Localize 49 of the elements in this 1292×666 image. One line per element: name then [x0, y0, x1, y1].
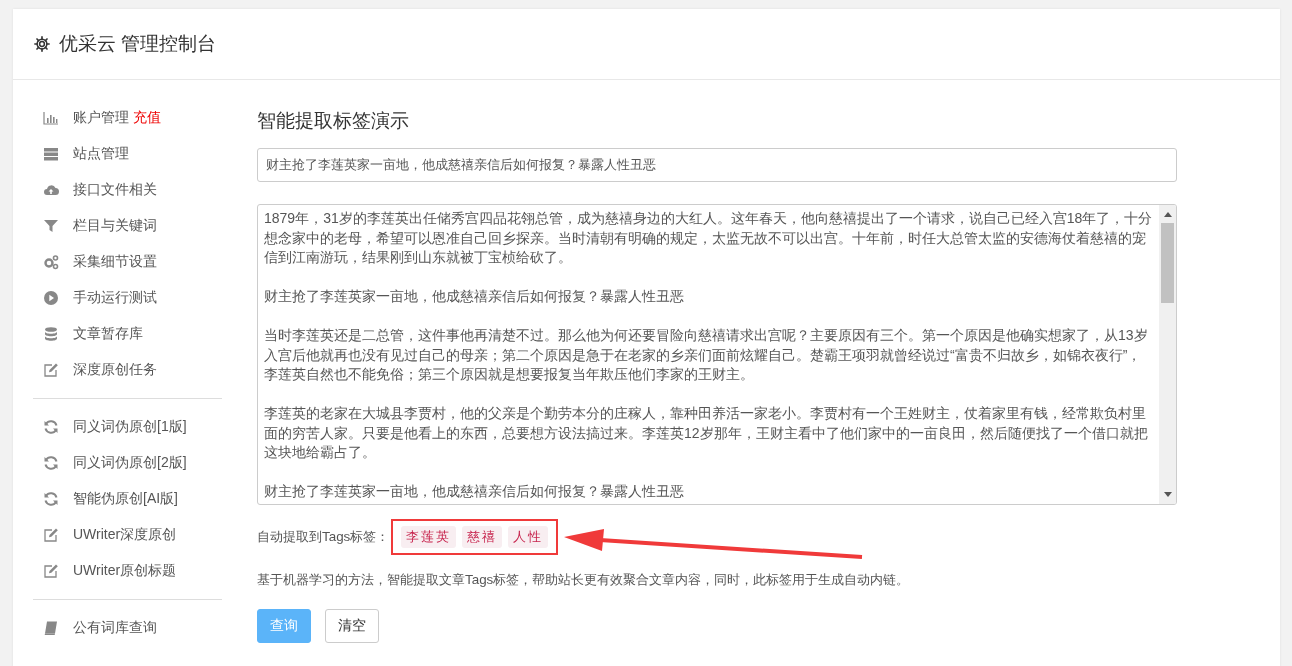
article-paragraph: 财主抢了李莲英家一亩地，他成慈禧亲信后如何报复？暴露人性丑恶 — [264, 287, 685, 306]
database-icon — [43, 326, 59, 342]
sidebar-item[interactable]: 智能伪原创[AI版] — [73, 490, 178, 508]
article-paragraph: 李莲英的老家在大城县李贾村，他的父亲是个勤劳本分的庄稼人，靠种田养活一家老小。李贾村有一个王姓财主，仗着家里有钱，经常欺负村里面的穷苦人家。只要是他看上的东西，总要想方设法搞过来。李莲英12岁那年，王财主看中了他们家中的一亩良田，然后随便找了一个借口就把这块地给霸占了。 — [264, 404, 1149, 462]
server-icon — [43, 146, 59, 162]
refresh-icon — [43, 455, 59, 471]
article-textarea[interactable] — [257, 204, 1177, 505]
refresh-icon — [43, 419, 59, 435]
cloud-upload-icon — [43, 182, 59, 198]
section-heading: 智能提取标签演示 — [257, 109, 410, 133]
sidebar-item[interactable]: 同义词伪原创[1版] — [73, 418, 187, 436]
sidebar-item[interactable]: 手动运行测试 — [73, 289, 157, 307]
clear-button[interactable]: 清空 — [325, 609, 379, 643]
sidebar-item[interactable]: 深度原创任务 — [73, 361, 157, 379]
settings-icon — [33, 35, 51, 53]
tag: 慈禧 — [462, 526, 503, 548]
recharge-link[interactable]: 充值 — [133, 109, 161, 127]
filter-icon — [43, 218, 59, 234]
tag: 李莲英 — [401, 526, 457, 548]
edit-icon — [43, 527, 59, 543]
sidebar-item[interactable]: 站点管理 — [73, 145, 129, 163]
title-field[interactable]: 财主抢了李莲英家一亩地，他成慈禧亲信后如何报复？暴露人性丑恶 — [257, 148, 1177, 182]
scroll-down-icon[interactable] — [1163, 492, 1172, 498]
scrollbar[interactable] — [1159, 205, 1176, 504]
article-paragraph: 财主抢了李莲英家一亩地，他成慈禧亲信后如何报复？暴露人性丑恶 — [264, 482, 685, 501]
gears-icon — [43, 254, 59, 270]
article-paragraph: 当时李莲英还是二总管，这件事他再清楚不过。那么他为何还要冒险向慈禧请求出宫呢？主要原因有三个。第一个原因是他确实想家了，从13岁入宫后他就再也没有见过自己的母亲；第二个原因是急于在老家的乡亲们面前炫耀自己。楚霸王项羽就曾经说过“富贵不归故乡，如锦衣夜行”，李莲英自然也不能免俗；第三个原因就是想要报复当年欺压他们李家的王财主。 — [264, 326, 1149, 384]
sidebar-item[interactable]: 公有词库查询 — [73, 619, 157, 637]
bar-chart-icon — [43, 110, 59, 126]
article-paragraph: 1879年，31岁的李莲英出任储秀宫四品花翎总管，成为慈禧身边的大红人。这年春天，他向慈禧提出了一个请求，说自己已经入宫18年了，十分想念家中的老母，希望可以恩准自己回乡探亲。当时清朝有明确的规定，太监无故不可以出宫。十年前，时任大总管太监的安德海仗着慈禧的宠信到江南游玩，结果刚到山东就被丁宝桢给砍了。 — [264, 209, 1153, 267]
sidebar-item[interactable]: 接口文件相关 — [73, 181, 157, 199]
scroll-thumb[interactable] — [1161, 223, 1174, 303]
tag: 人性 — [508, 526, 549, 548]
tags-label: 自动提取到Tags标签： — [257, 528, 390, 546]
sidebar-item[interactable]: 采集细节设置 — [73, 253, 157, 271]
edit-icon — [43, 362, 59, 378]
edit-icon — [43, 563, 59, 579]
sidebar-item[interactable]: 栏目与关键词 — [73, 217, 157, 235]
sidebar-item[interactable]: UWriter原创标题 — [73, 562, 177, 580]
sidebar-item[interactable]: 账户管理 — [73, 109, 129, 127]
sidebar-item[interactable]: 文章暂存库 — [73, 325, 143, 343]
scroll-up-icon[interactable] — [1163, 211, 1172, 217]
refresh-icon — [43, 491, 59, 507]
sidebar-item[interactable]: 同义词伪原创[2版] — [73, 454, 187, 472]
sidebar-item[interactable]: UWriter深度原创 — [73, 526, 177, 544]
book-icon — [43, 620, 59, 636]
play-icon — [43, 290, 59, 306]
description-text: 基于机器学习的方法，智能提取文章Tags标签，帮助站长更有效聚合文章内容，同时，此标签用于生成自动内链。 — [257, 571, 911, 589]
console-title: 优采云 管理控制台 — [59, 32, 217, 56]
